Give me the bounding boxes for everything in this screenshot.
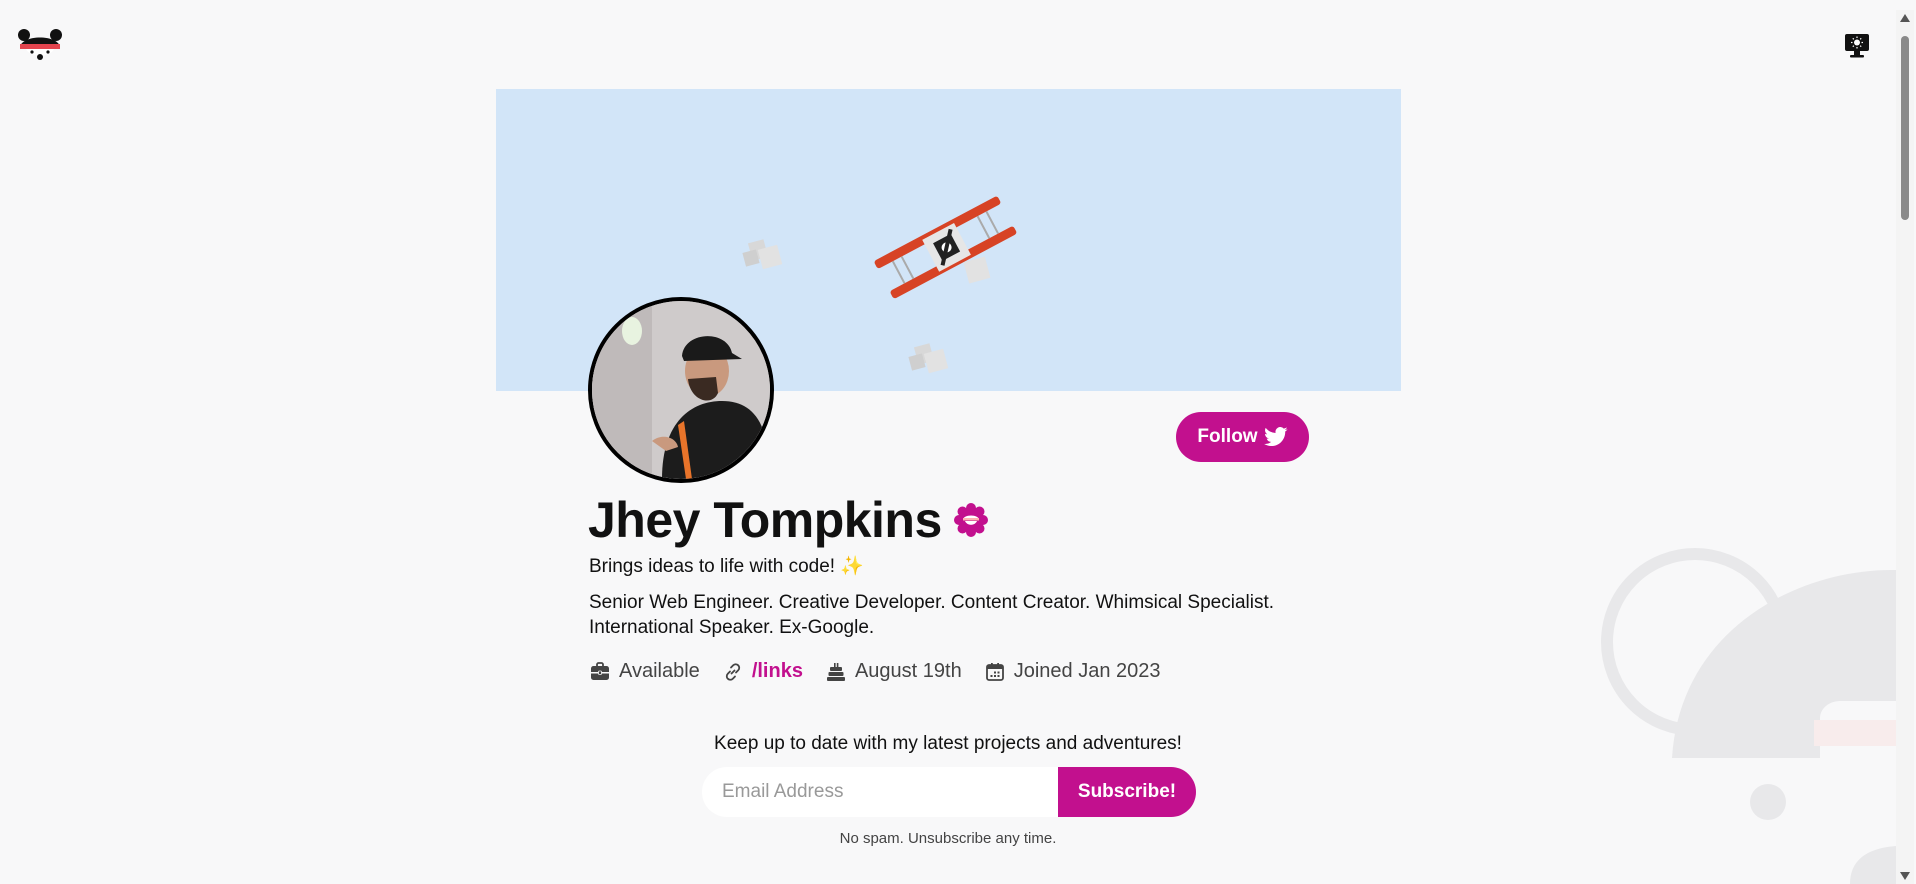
scroll-down-arrow-icon[interactable]	[1900, 872, 1910, 880]
avatar	[588, 297, 774, 483]
newsletter-form: Subscribe!	[702, 767, 1196, 817]
meta-status-text: Available	[619, 660, 700, 682]
meta-birthday-text: August 19th	[854, 660, 962, 682]
profile-bio: Senior Web Engineer. Creative Developer.…	[589, 592, 1275, 638]
subscribe-button[interactable]: Subscribe!	[1058, 767, 1196, 817]
theme-toggle-button[interactable]	[1842, 30, 1872, 60]
newsletter-heading: Keep up to date with my latest projects …	[714, 733, 1182, 754]
theme-toggle-icon	[1845, 34, 1869, 58]
briefcase-icon	[591, 661, 609, 680]
profile-meta: Available /links August 19th Joined Jan …	[589, 660, 1183, 683]
meta-birthday: August 19th	[825, 660, 962, 683]
follow-label: Follow	[1197, 426, 1258, 447]
verified-badge-icon	[953, 503, 988, 537]
twitter-icon	[1263, 427, 1288, 447]
cloud-icon	[742, 239, 783, 270]
scrollbar-thumb[interactable]	[1901, 36, 1909, 220]
bear-logo-icon[interactable]	[16, 26, 64, 62]
email-input[interactable]	[702, 767, 1058, 817]
profile-tagline: Brings ideas to life with code! ✨	[589, 556, 865, 577]
cake-icon	[826, 662, 845, 681]
scrollbar[interactable]	[1896, 10, 1914, 884]
meta-link: /links	[722, 660, 803, 683]
meta-joined: Joined Jan 2023	[984, 660, 1161, 683]
follow-button[interactable]: Follow	[1176, 412, 1309, 462]
cloud-icon	[908, 343, 949, 374]
meta-joined-text: Joined Jan 2023	[1013, 660, 1161, 682]
calendar-icon	[985, 662, 1004, 681]
scroll-up-arrow-icon[interactable]	[1900, 14, 1910, 22]
meta-status: Available	[589, 660, 700, 683]
newsletter-note: No spam. Unsubscribe any time.	[839, 830, 1057, 847]
links-page-link[interactable]: /links	[752, 660, 803, 683]
link-icon	[725, 662, 740, 681]
profile-name: Jhey Tompkins	[588, 492, 942, 548]
